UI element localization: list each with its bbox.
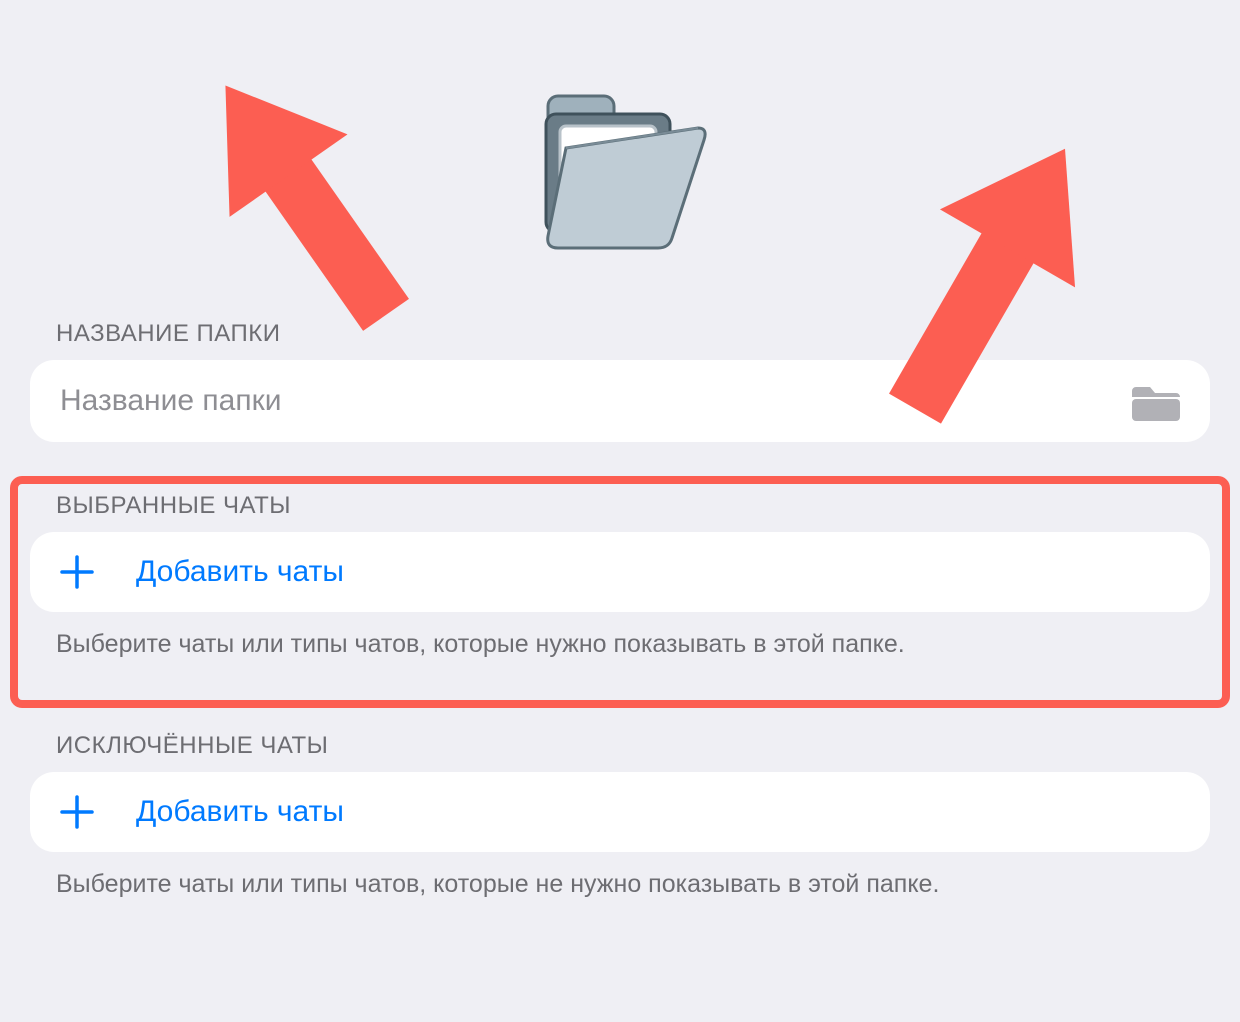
excluded-chats-section: ИСКЛЮЧЁННЫЕ ЧАТЫ Добавить чаты Выберите …	[30, 732, 1210, 902]
plus-icon	[60, 555, 94, 589]
add-excluded-chats-row[interactable]: Добавить чаты	[30, 772, 1210, 852]
included-chats-header: ВЫБРАННЫЕ ЧАТЫ	[30, 492, 1210, 532]
add-included-chats-label: Добавить чаты	[136, 555, 344, 589]
add-excluded-chats-label: Добавить чаты	[136, 795, 344, 829]
folder-name-section: НАЗВАНИЕ ПАПКИ	[30, 320, 1210, 442]
add-included-chats-row[interactable]: Добавить чаты	[30, 532, 1210, 612]
included-chats-section: ВЫБРАННЫЕ ЧАТЫ Добавить чаты Выберите ча…	[30, 492, 1210, 662]
plus-icon	[60, 795, 94, 829]
open-folder-icon	[530, 88, 710, 263]
included-chats-footer: Выберите чаты или типы чатов, которые ну…	[30, 612, 1210, 662]
excluded-chats-footer: Выберите чаты или типы чатов, которые не…	[30, 852, 1210, 902]
excluded-chats-header: ИСКЛЮЧЁННЫЕ ЧАТЫ	[30, 732, 1210, 772]
arrow-icon	[185, 42, 415, 342]
add-excluded-chats-button[interactable]: Добавить чаты	[60, 795, 1180, 829]
folder-name-card	[30, 360, 1210, 442]
add-included-chats-button[interactable]: Добавить чаты	[60, 555, 1180, 589]
folder-name-header: НАЗВАНИЕ ПАПКИ	[30, 320, 1210, 360]
folder-name-input[interactable]	[60, 384, 1132, 418]
folder-icon[interactable]	[1132, 381, 1180, 421]
